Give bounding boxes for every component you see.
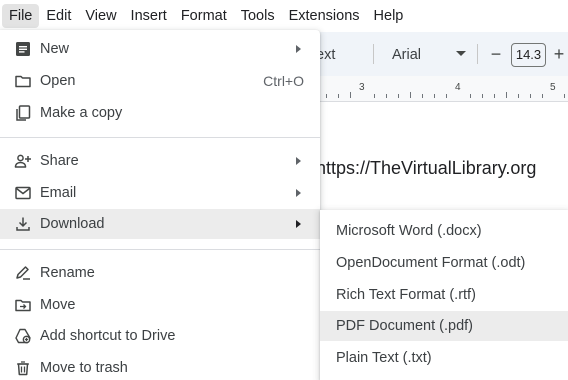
- font-family-select[interactable]: Arial: [392, 44, 421, 66]
- mail-icon: [15, 186, 31, 200]
- menu-extensions[interactable]: Extensions: [282, 4, 367, 28]
- submenu-item-label: Microsoft Word (.docx): [336, 223, 482, 239]
- menu-bar: File Edit View Insert Format Tools Exten…: [0, 0, 568, 32]
- submenu-arrow-icon: [296, 157, 301, 165]
- menu-item-label: Share: [40, 153, 79, 169]
- menu-item-download[interactable]: Download: [0, 209, 320, 239]
- increase-font-size-button[interactable]: +: [551, 43, 567, 65]
- submenu-arrow-icon: [296, 189, 301, 197]
- menu-tools[interactable]: Tools: [234, 4, 282, 28]
- menu-item-label: Rename: [40, 265, 95, 281]
- menu-item-label: Download: [40, 216, 105, 232]
- menu-item-make-copy[interactable]: Make a copy: [0, 98, 320, 128]
- doc-icon: [16, 42, 30, 56]
- menu-item-move-to-trash[interactable]: Move to trash: [0, 353, 320, 380]
- menu-item-label: Email: [40, 185, 77, 201]
- menu-edit[interactable]: Edit: [39, 4, 78, 28]
- menu-file[interactable]: File: [2, 4, 40, 28]
- move-folder-icon: [15, 299, 31, 312]
- download-pdf[interactable]: PDF Document (.pdf): [320, 311, 568, 341]
- person-add-icon: [14, 154, 31, 168]
- menu-divider: [0, 137, 320, 138]
- menu-item-label: Add shortcut to Drive: [40, 328, 176, 344]
- rename-icon: [16, 266, 30, 280]
- folder-icon: [15, 75, 31, 88]
- download-rtf[interactable]: Rich Text Format (.rtf): [320, 280, 568, 310]
- submenu-item-label: Plain Text (.txt): [336, 350, 432, 366]
- menu-item-label: Make a copy: [40, 105, 123, 121]
- download-submenu: Microsoft Word (.docx) OpenDocument Form…: [320, 210, 568, 380]
- menu-item-email[interactable]: Email: [0, 178, 320, 208]
- menu-insert[interactable]: Insert: [124, 4, 174, 28]
- font-size-input[interactable]: 14.3: [511, 43, 546, 67]
- submenu-item-label: PDF Document (.pdf): [336, 318, 473, 334]
- toolbar-divider: [477, 44, 478, 64]
- menu-format[interactable]: Format: [174, 4, 234, 28]
- menu-item-new[interactable]: New: [0, 34, 320, 64]
- menu-item-add-shortcut[interactable]: Add shortcut to Drive: [0, 321, 320, 351]
- submenu-arrow-icon: [296, 45, 301, 53]
- menu-view[interactable]: View: [78, 4, 123, 28]
- chevron-down-icon[interactable]: [456, 51, 466, 56]
- menu-item-shortcut: Ctrl+O: [263, 73, 304, 89]
- submenu-item-label: Rich Text Format (.rtf): [336, 287, 476, 303]
- trash-icon: [17, 361, 29, 376]
- download-docx[interactable]: Microsoft Word (.docx): [320, 216, 568, 246]
- menu-item-label: Move: [40, 297, 76, 313]
- drive-shortcut-icon: [15, 328, 31, 344]
- toolbar-divider: [373, 44, 374, 64]
- menu-help[interactable]: Help: [367, 4, 411, 28]
- ruler-number: 3: [359, 82, 365, 93]
- menu-item-label: New: [40, 41, 70, 57]
- download-icon: [16, 217, 30, 231]
- submenu-arrow-icon: [296, 220, 301, 228]
- menu-item-label: Open: [40, 73, 76, 89]
- copy-icon: [16, 105, 31, 121]
- ruler-number: 4: [455, 82, 461, 93]
- menu-divider: [0, 249, 320, 250]
- download-txt[interactable]: Plain Text (.txt): [320, 343, 568, 373]
- menu-item-rename[interactable]: Rename: [0, 258, 320, 288]
- menu-item-share[interactable]: Share: [0, 146, 320, 176]
- download-odt[interactable]: OpenDocument Format (.odt): [320, 248, 568, 278]
- decrease-font-size-button[interactable]: −: [488, 43, 504, 65]
- file-menu: New Open Ctrl+O Make a copy Share Email …: [0, 30, 320, 380]
- menu-item-move[interactable]: Move: [0, 290, 320, 320]
- menu-item-open[interactable]: Open Ctrl+O: [0, 66, 320, 96]
- ruler-number: 5: [550, 82, 556, 93]
- document-text[interactable]: https://TheVirtualLibrary.org: [316, 158, 536, 179]
- menu-item-label: Move to trash: [40, 360, 128, 376]
- submenu-item-label: OpenDocument Format (.odt): [336, 255, 526, 271]
